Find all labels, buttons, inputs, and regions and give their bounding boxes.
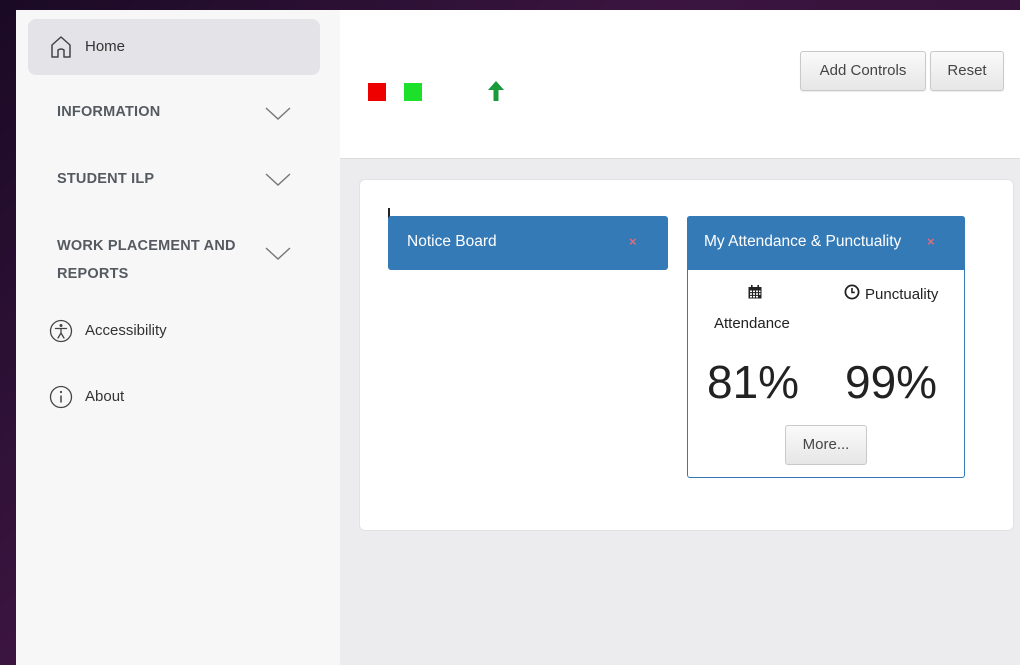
notice-board-widget[interactable]: Notice Board × xyxy=(388,216,668,270)
calendar-icon xyxy=(748,285,762,299)
sidebar-item-label: REPORTS xyxy=(57,266,129,282)
sidebar-item-student-ilp[interactable]: STUDENT ILP xyxy=(57,171,154,187)
close-icon[interactable]: × xyxy=(629,234,637,249)
attendance-label: Attendance xyxy=(714,315,790,332)
sidebar-item-label: Accessibility xyxy=(85,322,167,339)
chevron-down-icon[interactable] xyxy=(264,106,292,122)
sidebar-item-about[interactable]: About xyxy=(49,385,309,411)
green-indicator[interactable] xyxy=(404,83,422,101)
sidebar-item-label: Home xyxy=(85,38,126,55)
dashboard-area: Notice Board × My Attendance & Punctuali… xyxy=(340,159,1020,665)
chevron-down-icon[interactable] xyxy=(264,172,292,188)
close-icon[interactable]: × xyxy=(927,234,935,249)
sidebar-item-label: STUDENT ILP xyxy=(57,171,155,187)
sidebar-item-home[interactable]: Home xyxy=(28,19,320,75)
attendance-widget-header[interactable]: My Attendance & Punctuality × xyxy=(687,216,965,270)
punctuality-value: 99% xyxy=(845,356,938,408)
sidebar: Home INFORMATION STUDENT ILP WORK PLACEM… xyxy=(16,10,340,665)
sidebar-item-work-placement[interactable]: WORK PLACEMENT AND REPORTS xyxy=(57,232,236,288)
sidebar-item-information[interactable]: INFORMATION xyxy=(57,104,160,120)
chevron-down-icon[interactable] xyxy=(264,246,292,262)
sidebar-item-label: About xyxy=(85,388,125,405)
top-toolbar: Add Controls Reset xyxy=(340,10,1020,159)
widget-title: My Attendance & Punctuality xyxy=(704,233,902,250)
widget-title: Notice Board xyxy=(407,233,497,250)
arrow-up-icon[interactable] xyxy=(486,80,506,102)
attendance-value: 81% xyxy=(707,356,800,408)
attendance-widget: My Attendance & Punctuality × Punctualit… xyxy=(687,216,965,478)
info-icon xyxy=(49,385,73,409)
home-icon xyxy=(51,36,71,58)
clock-icon xyxy=(844,284,860,300)
sidebar-item-label: WORK PLACEMENT AND xyxy=(57,238,236,254)
reset-button[interactable]: Reset xyxy=(930,51,1004,91)
accessibility-icon xyxy=(49,319,73,343)
more-button[interactable]: More... xyxy=(785,425,867,465)
sidebar-item-label: INFORMATION xyxy=(57,104,161,120)
add-controls-button[interactable]: Add Controls xyxy=(800,51,926,91)
punctuality-label: Punctuality xyxy=(865,286,939,303)
widget-panel: Notice Board × My Attendance & Punctuali… xyxy=(359,179,1014,531)
sidebar-item-accessibility[interactable]: Accessibility xyxy=(49,319,309,345)
red-indicator[interactable] xyxy=(368,83,386,101)
